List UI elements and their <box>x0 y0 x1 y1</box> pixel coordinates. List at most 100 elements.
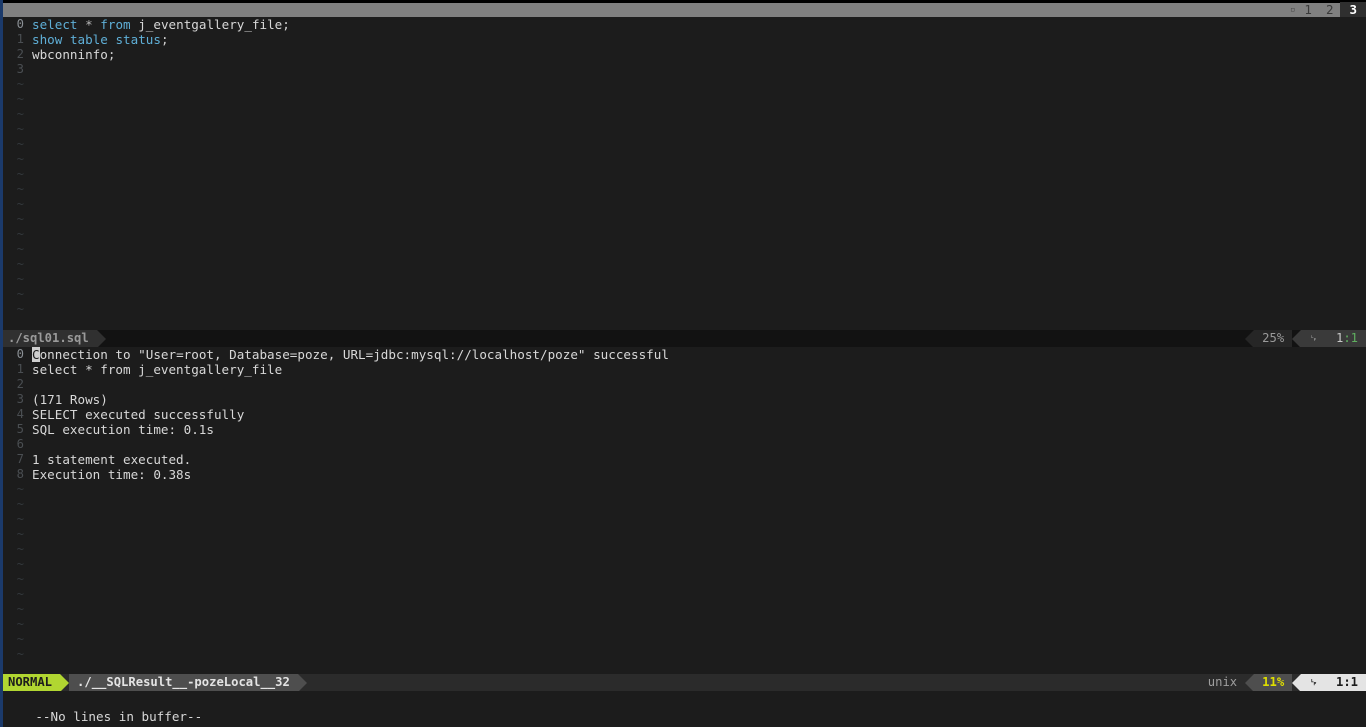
editor-filler-line: ~ <box>0 167 1366 182</box>
result-line[interactable]: 7 1 statement executed. <box>0 452 1366 467</box>
token-star: * <box>85 17 93 32</box>
editor-filler-line: ~ <box>0 182 1366 197</box>
tilde-glyph: ~ <box>16 242 24 256</box>
result-line-text: SELECT executed successfully <box>32 407 245 422</box>
result-line-text: Execution time: 0.38s <box>32 467 192 482</box>
result-statusline-position: ␊ 1 : 1 <box>1301 674 1366 691</box>
editor-statusline-line: 1 <box>1335 331 1344 345</box>
result-line-number: 5 <box>16 422 24 436</box>
result-line[interactable]: 0 Connection to "User=root, Database=poze… <box>0 347 1366 362</box>
tilde-glyph: ~ <box>16 512 24 526</box>
tilde-glyph: ~ <box>16 632 24 646</box>
editor-line-text: show table status; <box>32 32 1366 47</box>
result-line-text: SQL execution time: 0.1s <box>32 422 214 437</box>
vim-command-line[interactable]: --No lines in buffer-- <box>0 691 1366 727</box>
tilde-glyph: ~ <box>16 182 24 196</box>
result-line[interactable]: 2 <box>0 377 1366 392</box>
editor-filler-line: ~ <box>0 137 1366 152</box>
editor-line[interactable]: 0 select * from j_eventgallery_file; <box>0 17 1366 32</box>
tilde-glyph: ~ <box>16 167 24 181</box>
result-line[interactable]: 4 SELECT executed successfully <box>0 407 1366 422</box>
result-line[interactable]: 3 (171 Rows) <box>0 392 1366 407</box>
result-filler-line: ~ <box>0 587 1366 602</box>
tilde-glyph: ~ <box>16 257 24 271</box>
sql-editor-lines[interactable]: 0 select * from j_eventgallery_file; 1 show… <box>0 17 1366 77</box>
result-line-text: select * from j_eventgallery_file <box>32 362 283 377</box>
result-statusline-col: 1 <box>1350 675 1358 689</box>
tilde-glyph: ~ <box>16 542 24 556</box>
text-cursor: C <box>32 347 40 362</box>
tilde-glyph: ~ <box>16 557 24 571</box>
tilde-glyph: ~ <box>16 152 24 166</box>
editor-line-text: select * from j_eventgallery_file; <box>32 17 1366 32</box>
line-number-icon: ␊ <box>1309 332 1318 345</box>
token-kw: table <box>69 32 108 47</box>
editor-filler-line: ~ <box>0 77 1366 92</box>
editor-line-number: 2 <box>16 47 24 61</box>
result-statusline-sep-2 <box>297 674 307 691</box>
window-edge-strip <box>0 0 3 727</box>
editor-statusline-position: ␊ 1 : 1 <box>1301 330 1366 347</box>
tab-1[interactable]: 1 <box>1297 2 1319 19</box>
result-line-number: 6 <box>16 437 24 451</box>
result-line[interactable]: 5 SQL execution time: 0.1s <box>0 422 1366 437</box>
result-filler-line: ~ <box>0 497 1366 512</box>
token-kw: select <box>32 17 78 32</box>
editor-line[interactable]: 3 <box>0 62 1366 77</box>
editor-statusline-filename: ./sql01.sql <box>0 330 97 347</box>
result-filler-line: ~ <box>0 557 1366 572</box>
tabline[interactable]: ▫ 123 <box>0 0 1366 19</box>
sql-result-filler-lines: ~ ~ ~ ~ ~ ~ ~ ~ ~ ~ ~ ~ <box>0 482 1366 662</box>
token-ltxt: wbconninfo <box>32 47 108 62</box>
editor-line-number: 3 <box>16 62 24 76</box>
editor-line-number: 0 <box>16 17 24 31</box>
token-punct: ; <box>282 17 290 32</box>
editor-filler-line: ~ <box>0 227 1366 242</box>
tab-2[interactable]: 2 <box>1319 2 1341 19</box>
result-filler-line: ~ <box>0 602 1366 617</box>
editor-statusline-sep-colon: : <box>1343 331 1351 345</box>
tilde-glyph: ~ <box>16 527 24 541</box>
result-line-text: Connection to "User=root, Database=poze,… <box>32 347 669 362</box>
editor-statusline-percent: 25% <box>1254 330 1293 347</box>
result-line[interactable]: 1 select * from j_eventgallery_file <box>0 362 1366 377</box>
tilde-glyph: ~ <box>16 602 24 616</box>
editor-filler-line: ~ <box>0 242 1366 257</box>
result-statusline-sep-3 <box>1245 674 1255 691</box>
token-punct: ; <box>160 32 169 47</box>
token-ltxt: j_eventgallery_file <box>130 17 283 32</box>
result-statusline-percent: 11% <box>1254 674 1293 691</box>
result-filler-line: ~ <box>0 542 1366 557</box>
tilde-glyph: ~ <box>16 482 24 496</box>
editor-line-number: 1 <box>16 32 24 46</box>
editor-line[interactable]: 1 show table status; <box>0 32 1366 47</box>
tilde-glyph: ~ <box>16 197 24 211</box>
editor-line-text: wbconninfo; <box>32 47 1366 62</box>
tilde-glyph: ~ <box>16 107 24 121</box>
result-line-number: 7 <box>16 452 24 466</box>
result-line-number: 1 <box>16 362 24 376</box>
line-number-icon: ␊ <box>1309 676 1318 689</box>
result-line[interactable]: 6 <box>0 437 1366 452</box>
sql-editor-pane[interactable]: 0 select * from j_eventgallery_file; 1 show… <box>0 17 1366 330</box>
sql-result-pane[interactable]: 0 Connection to "User=root, Database=poze… <box>0 347 1366 674</box>
editor-filler-line: ~ <box>0 272 1366 287</box>
command-line-message: --No lines in buffer-- <box>35 709 203 724</box>
editor-filler-line: ~ <box>0 302 1366 317</box>
result-filler-line: ~ <box>0 617 1366 632</box>
result-line-text: 1 statement executed. <box>32 452 192 467</box>
result-statusline-filename: ./__SQLResult__-pozeLocal__32 <box>69 674 298 691</box>
result-statusline-sep-4 <box>1292 674 1302 691</box>
result-line-number: 2 <box>16 377 24 391</box>
result-statusline-sep-colon: : <box>1343 675 1351 689</box>
tilde-glyph: ~ <box>16 587 24 601</box>
vim-mode-indicator: NORMAL <box>0 674 61 691</box>
result-line[interactable]: 8 Execution time: 0.38s <box>0 467 1366 482</box>
editor-line[interactable]: 2 wbconninfo; <box>0 47 1366 62</box>
result-statusline-fileformat: unix <box>1199 674 1246 691</box>
token-kw: from <box>100 17 131 32</box>
sql-result-lines[interactable]: 0 Connection to "User=root, Database=poze… <box>0 347 1366 482</box>
tab-list[interactable]: 123 <box>1297 1 1366 19</box>
result-line-text: (171 Rows) <box>32 392 108 407</box>
tab-3[interactable]: 3 <box>1340 1 1366 19</box>
